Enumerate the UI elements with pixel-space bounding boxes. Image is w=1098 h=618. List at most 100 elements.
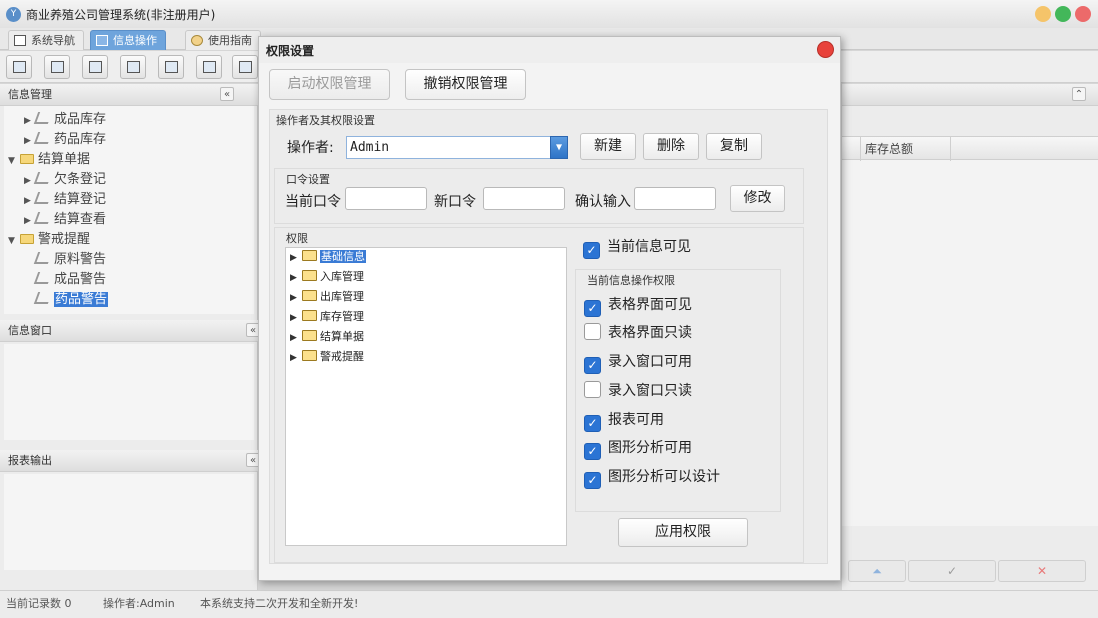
panel-title: 信息窗口	[8, 324, 52, 337]
permission-tree-item[interactable]: ▶ 警戒提醒	[290, 348, 364, 366]
tool-icon	[33, 172, 53, 184]
enable-permission-button[interactable]: 启动权限管理	[269, 69, 390, 100]
close-window-button[interactable]	[1075, 6, 1091, 22]
current-password-input[interactable]	[345, 187, 427, 210]
copy-operator-button[interactable]: 复制	[706, 133, 762, 160]
user-icon	[127, 61, 140, 73]
folder-icon	[20, 154, 34, 164]
permission-tree-item[interactable]: ▶ 基础信息	[290, 248, 366, 266]
left-panel: 信息管理 « ▶ 成品库存 ▶ 药品库存 ▼ 结算单据 ▶ 欠条登记 ▶ 结算登记 ▶ 结算…	[0, 84, 260, 590]
check-icon: ✓	[584, 300, 601, 317]
cancel-button[interactable]: ✕	[998, 560, 1086, 582]
chevron-down-icon[interactable]: ▼	[550, 136, 568, 159]
collapse-panel-button[interactable]: «	[220, 87, 234, 101]
entry-readonly-checkbox[interactable]: 录入窗口只读	[584, 381, 692, 401]
current-password-label: 当前口令	[285, 194, 341, 210]
operator-label: 操作者:	[287, 140, 334, 156]
permission-tree-item[interactable]: ▶ 出库管理	[290, 288, 364, 306]
user-tool-button[interactable]	[120, 55, 146, 79]
tool-icon	[33, 132, 53, 144]
new-password-input[interactable]	[483, 187, 565, 210]
modify-password-button[interactable]: 修改	[730, 185, 785, 212]
current-visible-checkbox[interactable]: ✓ 当前信息可见	[583, 237, 691, 259]
maximize-button[interactable]	[1055, 6, 1071, 22]
permission-tree-item[interactable]: ▶ 库存管理	[290, 308, 364, 326]
tree-item[interactable]: ▶ 结算查看	[24, 210, 106, 230]
document-icon	[89, 61, 102, 73]
info-window-header: 信息窗口 «	[0, 320, 260, 342]
minimize-button[interactable]	[1035, 6, 1051, 22]
monitor-tool-button[interactable]	[158, 55, 184, 79]
confirm-button[interactable]: ✓	[908, 560, 996, 582]
search-tool-button[interactable]	[6, 55, 32, 79]
tree-item[interactable]: 原料警告	[33, 250, 106, 270]
operator-select[interactable]: Admin ▼	[346, 136, 568, 159]
tab-info-ops[interactable]: 信息操作	[90, 30, 166, 50]
info-management-header: 信息管理 «	[0, 84, 258, 106]
panel-title: 信息管理	[8, 88, 52, 101]
table-readonly-checkbox[interactable]: 表格界面只读	[584, 323, 692, 343]
dialog-title: 权限设置	[266, 44, 315, 58]
dialog-close-button[interactable]	[817, 41, 834, 58]
monitor-icon	[165, 61, 178, 73]
list-tool-button[interactable]	[44, 55, 70, 79]
revoke-permission-button[interactable]: 撤销权限管理	[405, 69, 526, 100]
check-icon: ✓	[584, 415, 601, 432]
group-label: 口令设置	[286, 173, 330, 186]
check-icon	[584, 381, 601, 398]
new-password-label: 新口令	[434, 194, 476, 210]
info-window-body	[4, 344, 254, 440]
record-count: 当前记录数 0	[6, 597, 72, 610]
operator-group: 操作者及其权限设置 操作者: Admin ▼ 新建 删除 复制 口令设置 当前口…	[269, 109, 828, 564]
print-tool-button[interactable]	[232, 55, 258, 79]
tree-item-selected[interactable]: 药品警告	[33, 290, 109, 310]
report-output-body	[4, 474, 254, 570]
window-icon	[14, 35, 26, 46]
apply-permission-button[interactable]: 应用权限	[618, 518, 748, 547]
new-operator-button[interactable]: 新建	[580, 133, 636, 160]
tool-icon	[33, 252, 53, 264]
tool-icon	[33, 272, 53, 284]
report-enabled-checkbox[interactable]: ✓ 报表可用	[584, 410, 664, 432]
chart-enabled-checkbox[interactable]: ✓ 图形分析可用	[584, 438, 692, 460]
permission-tree-item[interactable]: ▶ 入库管理	[290, 268, 364, 286]
tree-item[interactable]: ▶ 药品库存	[24, 130, 106, 150]
document-tool-button[interactable]	[82, 55, 108, 79]
grid-header: 库存总额	[842, 136, 1098, 161]
grid-column-header[interactable]: 库存总额	[860, 137, 950, 161]
print-icon	[239, 61, 252, 73]
tree-item[interactable]: 成品警告	[33, 270, 106, 290]
folder-icon	[20, 234, 34, 244]
report-output-header: 报表输出 «	[0, 450, 260, 472]
table-visible-checkbox[interactable]: ✓ 表格界面可见	[584, 295, 692, 317]
navigation-tree: ▶ 成品库存 ▶ 药品库存 ▼ 结算单据 ▶ 欠条登记 ▶ 结算登记 ▶ 结算查看 ▼ 警戒提…	[4, 106, 254, 314]
tab-system-nav[interactable]: 系统导航	[8, 30, 84, 50]
tree-item[interactable]: ▼ 结算单据	[8, 150, 90, 170]
tool-icon	[33, 212, 53, 224]
tab-label: 使用指南	[208, 34, 252, 47]
app-logo-icon: Y	[6, 7, 21, 22]
group-label: 权限	[286, 232, 308, 245]
collapse-grid-button[interactable]: ⌃	[1072, 87, 1086, 101]
entry-enabled-checkbox[interactable]: ✓ 录入窗口可用	[584, 352, 692, 374]
grid-panel-header: ⌃	[842, 84, 1098, 106]
confirm-password-input[interactable]	[634, 187, 716, 210]
tree-item[interactable]: ▼ 警戒提醒	[8, 230, 90, 250]
delete-operator-button[interactable]: 删除	[643, 133, 699, 160]
tree-item[interactable]: ▶ 成品库存	[24, 110, 106, 130]
tool-icon	[33, 112, 53, 124]
tab-user-guide[interactable]: 使用指南	[185, 30, 261, 50]
chart-design-checkbox[interactable]: ✓ 图形分析可以设计	[584, 467, 720, 489]
permission-tree: ▶ 基础信息 ▶ 入库管理 ▶ 出库管理 ▶ 库存管理 ▶ 结算单据 ▶ 警戒提醒	[285, 247, 567, 546]
data-grid: 库存总额	[842, 136, 1098, 526]
permission-tree-item[interactable]: ▶ 结算单据	[290, 328, 364, 346]
permission-dialog: 权限设置 启动权限管理 撤销权限管理 操作者及其权限设置 操作者: Admin …	[258, 36, 841, 581]
grid-column-header[interactable]	[842, 137, 860, 161]
export-tool-button[interactable]	[196, 55, 222, 79]
tree-item[interactable]: ▶ 欠条登记	[24, 170, 106, 190]
check-icon: ✓	[583, 242, 600, 259]
permissions-group: 权限 ▶ 基础信息 ▶ 入库管理 ▶ 出库管理 ▶ 库存管理 ▶ 结算单据 ▶ 警戒提醒 ✓…	[274, 227, 804, 563]
tree-item[interactable]: ▶ 结算登记	[24, 190, 106, 210]
nav-up-button[interactable]: ⏶	[848, 560, 906, 582]
search-icon	[13, 61, 26, 73]
